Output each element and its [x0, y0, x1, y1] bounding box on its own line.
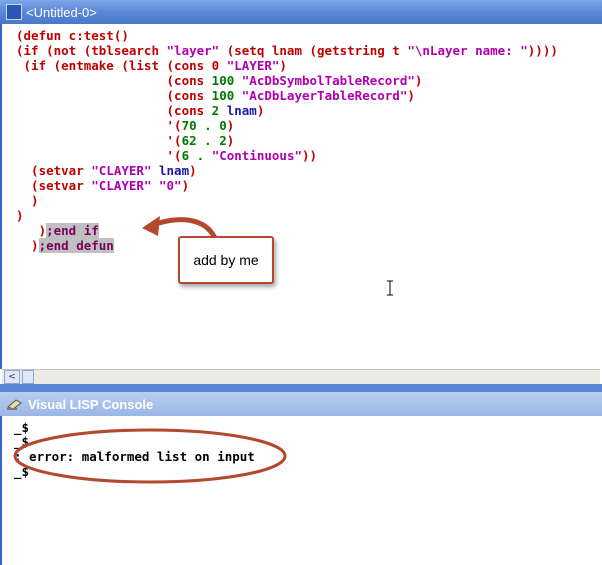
error-highlight-circle [13, 428, 287, 484]
arrow-head-icon [142, 216, 160, 236]
annotation-label: add by me [193, 252, 259, 268]
text-cursor-icon [387, 280, 393, 296]
annotation-overlay [13, 216, 287, 484]
annotation-callout: add by me [178, 236, 274, 284]
